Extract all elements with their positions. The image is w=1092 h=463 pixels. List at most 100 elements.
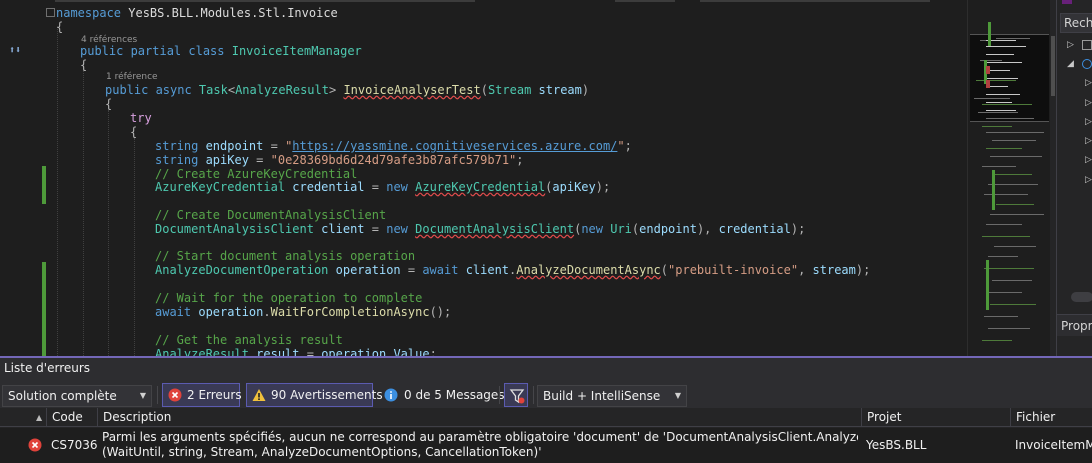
project-node-icon[interactable]: [1082, 59, 1092, 69]
code-token: endpoint: [639, 222, 697, 236]
code-token: try: [130, 111, 152, 125]
info-circle-icon: [384, 388, 398, 402]
minimap-line: [982, 340, 1012, 341]
solution-explorer-search-input[interactable]: Recherche: [1060, 13, 1092, 33]
minimap-line: [982, 166, 1016, 167]
code-token: public: [80, 44, 124, 58]
tree-expand-icon[interactable]: ▷: [1067, 40, 1075, 50]
code-line: {: [130, 125, 137, 139]
code-token: (: [480, 83, 488, 97]
error-description-line: (WaitUntil, string, Stream, AnalyzeDocum…: [102, 445, 542, 459]
minimap-change-marker: [986, 260, 989, 310]
code-token: .: [263, 305, 271, 319]
minimap-error-marker: [986, 80, 990, 88]
minimap-line: [982, 236, 1030, 237]
code-token: client: [313, 222, 365, 236]
code-token: AnalyzeDocumentAsync: [516, 263, 661, 277]
warnings-filter-button[interactable]: 90 Avertissements: [246, 383, 383, 407]
code-token: new: [581, 222, 611, 236]
column-header-file[interactable]: Fichier: [1010, 408, 1092, 427]
error-description-cell: Parmi les arguments spécifiés, aucun ne …: [102, 430, 858, 463]
code-line: string endpoint = "https://yassmine.cogn…: [155, 139, 632, 153]
code-token: ;: [624, 139, 632, 153]
code-line: AnalyzeResult result = operation.Value;: [155, 347, 437, 356]
build-filter-value: Build + IntelliSense: [543, 389, 661, 403]
code-line: namespace YesBS.BLL.Modules.Stl.Invoice: [56, 6, 338, 20]
error-list-title: Liste d'erreurs: [0, 358, 1092, 378]
code-token: AnalyzeResult: [235, 83, 329, 97]
filter-toggle-button[interactable]: [504, 383, 528, 407]
code-token: AnalyzeDocumentOperation: [155, 263, 329, 277]
code-token: Uri: [610, 222, 632, 236]
scrollbar-thumb[interactable]: [1051, 36, 1055, 96]
indent-guide: [134, 138, 135, 356]
minimap-line: [986, 224, 1022, 225]
code-token: // Start document analysis operation: [155, 249, 416, 263]
codelens-references[interactable]: 1 référence: [106, 71, 158, 83]
code-line: await operation.WaitForCompletionAsync()…: [155, 305, 451, 319]
project-node-icon[interactable]: [1082, 40, 1092, 50]
properties-tab[interactable]: Propriétés: [1057, 314, 1092, 336]
code-token: operation: [321, 347, 387, 356]
minimap-line: [992, 280, 1032, 281]
column-header-project[interactable]: Projet: [861, 408, 1011, 427]
filter-icon: [509, 389, 525, 404]
tree-collapse-icon[interactable]: ◢: [1067, 59, 1075, 69]
code-token: namespace: [56, 6, 122, 20]
scope-dropdown[interactable]: Solution complète ▼: [2, 385, 152, 407]
code-area[interactable]: 4 références 1 référence namespace YesBS…: [55, 0, 965, 356]
minimap-line: [986, 54, 1014, 55]
minimap-line: [986, 132, 1044, 133]
tree-expand-icon[interactable]: ▷: [1085, 78, 1092, 88]
table-row[interactable]: CS7036 Parmi les arguments spécifiés, au…: [0, 428, 1092, 463]
indent-guide: [83, 70, 84, 356]
code-token: =: [299, 347, 322, 356]
sort-icon[interactable]: ▲: [36, 408, 42, 427]
code-token: client: [465, 263, 510, 277]
code-token: string: [155, 153, 206, 167]
code-token: ;: [429, 347, 437, 356]
minimap-line: [996, 38, 1030, 39]
code-token: stream: [531, 83, 582, 97]
minimap-line: [990, 214, 1044, 215]
code-line: // Get the analysis result: [155, 333, 343, 347]
minimap-error-marker: [986, 66, 990, 74]
tree-expand-icon[interactable]: ▷: [1085, 117, 1092, 127]
implementations-icon[interactable]: ⬆⬇: [9, 45, 23, 57]
code-token: WaitForCompletionAsync: [270, 305, 430, 319]
minimap-line: [984, 268, 1034, 269]
change-indicator-bar: [42, 262, 46, 356]
code-token: "prebuilt-invoice": [668, 263, 799, 277]
code-token: );: [855, 263, 871, 277]
error-description-line: Parmi les arguments spécifiés, aucun ne …: [102, 430, 858, 444]
minimap-line: [988, 184, 1038, 185]
code-line: try: [130, 111, 152, 125]
column-header-code[interactable]: Code: [46, 408, 98, 427]
horizontal-scrollbar-thumb[interactable]: [1071, 292, 1092, 302]
code-line: {: [80, 58, 87, 72]
code-editor[interactable]: ⬆⬇ 4 références 1 référence namespace Ye…: [0, 0, 1050, 356]
tree-expand-icon[interactable]: ▷: [1085, 155, 1092, 165]
code-token: InvoiceItemManager: [231, 44, 362, 58]
code-token: partial class: [123, 44, 232, 58]
toolbar-separator: [157, 386, 158, 404]
tree-expand-icon[interactable]: ▷: [1085, 175, 1092, 185]
code-token: ,: [798, 263, 813, 277]
code-token: "0e28369bd6d24d79afe3b87afc579b71": [270, 153, 517, 167]
code-token: string: [155, 139, 206, 153]
code-minimap[interactable]: [967, 0, 1050, 356]
tree-expand-icon[interactable]: ▷: [1085, 136, 1092, 146]
build-filter-dropdown[interactable]: Build + IntelliSense ▼: [537, 385, 687, 407]
toolbar-separator: [533, 386, 534, 404]
minimap-line: [978, 112, 1018, 113]
errors-filter-button[interactable]: 2 Erreurs: [162, 383, 242, 407]
code-token: =: [364, 222, 387, 236]
fold-toggle-namespace[interactable]: [46, 8, 55, 17]
code-line: // Create AzureKeyCredential: [155, 167, 357, 181]
error-list-panel: Liste d'erreurs Solution complète ▼ 2 Er…: [0, 356, 1092, 463]
code-token: operation: [198, 305, 264, 319]
minimap-change-marker: [992, 170, 995, 210]
column-header-description[interactable]: Description: [97, 408, 862, 427]
tree-expand-icon[interactable]: ▷: [1085, 98, 1092, 108]
messages-filter-button[interactable]: 0 de 5 Messages: [380, 384, 505, 406]
